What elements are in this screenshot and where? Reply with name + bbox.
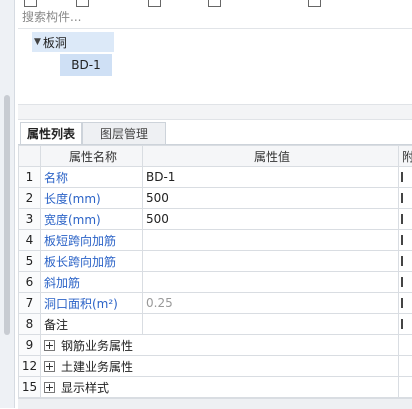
- property-value[interactable]: 500: [143, 188, 399, 209]
- toolbar-partial: [18, 0, 412, 6]
- group-label: 钢筋业务属性: [61, 339, 133, 353]
- table-row[interactable]: 6斜加筋: [19, 272, 412, 293]
- checkbox-edge: [401, 193, 403, 203]
- attach-checkbox-cell[interactable]: [399, 293, 412, 314]
- expand-plus-icon[interactable]: [44, 361, 55, 372]
- header-num: [19, 146, 41, 167]
- property-value[interactable]: [143, 251, 399, 272]
- property-value[interactable]: [143, 314, 399, 335]
- scrollbar-thumb[interactable]: [4, 95, 10, 335]
- property-value[interactable]: 0.25: [143, 293, 399, 314]
- checkbox-edge: [401, 298, 403, 308]
- table-row[interactable]: 7洞口面积(m²)0.25: [19, 293, 412, 314]
- checkbox-edge: [401, 256, 403, 266]
- property-value[interactable]: [143, 272, 399, 293]
- toolbar-icon[interactable]: [148, 0, 161, 7]
- property-name: 板短跨向加筋: [41, 230, 143, 251]
- group-label: 显示样式: [61, 381, 109, 395]
- table-row[interactable]: 8备注: [19, 314, 412, 335]
- row-number: 2: [19, 188, 41, 209]
- property-value[interactable]: 500: [143, 209, 399, 230]
- row-number: 8: [19, 314, 41, 335]
- property-name: 备注: [41, 314, 143, 335]
- attach-checkbox-cell[interactable]: [399, 167, 412, 188]
- property-name: 宽度(mm): [41, 209, 143, 230]
- tree-node-label: 板洞: [43, 34, 67, 51]
- property-value[interactable]: BD-1: [143, 167, 399, 188]
- attach-checkbox-cell[interactable]: [399, 272, 412, 293]
- group-label: 土建业务属性: [61, 360, 133, 374]
- caret-down-icon[interactable]: ▼: [34, 37, 41, 47]
- attach-checkbox-cell[interactable]: [399, 188, 412, 209]
- component-tree: ▼ 板洞 BD-1: [18, 30, 412, 110]
- toolbar-icon[interactable]: [24, 0, 37, 7]
- attach-checkbox-cell[interactable]: [399, 209, 412, 230]
- attach-checkbox-cell[interactable]: [399, 377, 412, 398]
- attach-checkbox-cell[interactable]: [399, 251, 412, 272]
- panel-splitter[interactable]: [18, 104, 412, 120]
- property-name: 长度(mm): [41, 188, 143, 209]
- toolbar-icon[interactable]: [76, 0, 89, 7]
- tree-node-child[interactable]: BD-1: [60, 54, 112, 76]
- property-name: 显示样式: [41, 377, 399, 398]
- checkbox-edge: [401, 277, 403, 287]
- table-header-row: 属性名称 属性值 附: [19, 146, 412, 167]
- tab-bar: 属性列表 图层管理: [18, 122, 412, 145]
- tree-node-root[interactable]: ▼ 板洞: [32, 32, 114, 52]
- left-scrollbar[interactable]: [0, 0, 15, 408]
- row-number: 15: [19, 377, 41, 398]
- attach-checkbox-cell[interactable]: [399, 230, 412, 251]
- table-row[interactable]: 1名称BD-1: [19, 167, 412, 188]
- table-row[interactable]: 12 土建业务属性: [19, 356, 412, 377]
- row-number: 12: [19, 356, 41, 377]
- table-row[interactable]: 4板短跨向加筋: [19, 230, 412, 251]
- attach-checkbox-cell[interactable]: [399, 314, 412, 335]
- property-value[interactable]: [143, 230, 399, 251]
- header-extra: 附: [399, 146, 412, 167]
- row-number: 6: [19, 272, 41, 293]
- row-number: 9: [19, 335, 41, 356]
- row-number: 4: [19, 230, 41, 251]
- toolbar-icon[interactable]: [208, 0, 221, 7]
- property-name: 名称: [41, 167, 143, 188]
- table-row[interactable]: 3宽度(mm)500: [19, 209, 412, 230]
- table-row[interactable]: 9 钢筋业务属性: [19, 335, 412, 356]
- tab-property-list[interactable]: 属性列表: [20, 122, 82, 144]
- horizontal-scrollbar[interactable]: [18, 398, 412, 409]
- search-input[interactable]: [18, 8, 406, 26]
- row-number: 7: [19, 293, 41, 314]
- header-name: 属性名称: [41, 146, 143, 167]
- property-name: 土建业务属性: [41, 356, 399, 377]
- attach-checkbox-cell[interactable]: [399, 356, 412, 377]
- search-box[interactable]: [18, 8, 412, 29]
- property-table: 属性名称 属性值 附 1名称BD-12长度(mm)5003宽度(mm)5004板…: [18, 145, 412, 398]
- tab-layer-management[interactable]: 图层管理: [82, 122, 166, 144]
- attach-checkbox-cell[interactable]: [399, 335, 412, 356]
- table-row[interactable]: 5板长跨向加筋: [19, 251, 412, 272]
- header-value: 属性值: [143, 146, 399, 167]
- checkbox-edge: [401, 214, 403, 224]
- checkbox-edge: [401, 319, 403, 329]
- expand-plus-icon[interactable]: [44, 382, 55, 393]
- property-name: 斜加筋: [41, 272, 143, 293]
- table-row[interactable]: 15 显示样式: [19, 377, 412, 398]
- property-name: 板长跨向加筋: [41, 251, 143, 272]
- expand-plus-icon[interactable]: [44, 340, 55, 351]
- toolbar-icon[interactable]: [308, 0, 321, 7]
- checkbox-edge: [401, 172, 403, 182]
- row-number: 5: [19, 251, 41, 272]
- checkbox-edge: [401, 235, 403, 245]
- table-row[interactable]: 2长度(mm)500: [19, 188, 412, 209]
- row-number: 1: [19, 167, 41, 188]
- row-number: 3: [19, 209, 41, 230]
- property-name: 洞口面积(m²): [41, 293, 143, 314]
- property-name: 钢筋业务属性: [41, 335, 399, 356]
